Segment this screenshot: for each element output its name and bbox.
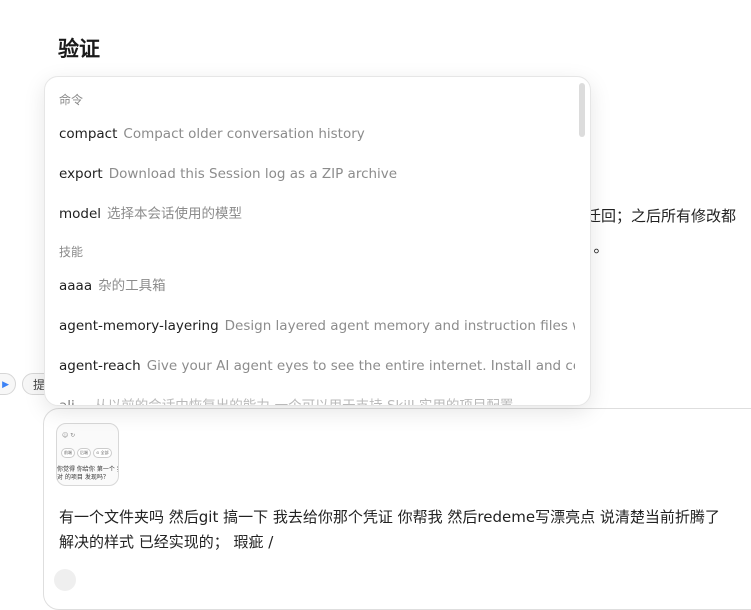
background-text-line: 迁回；之后所有修改都 bbox=[586, 207, 737, 225]
message-composer[interactable]: ☺ ↻ 前端 后端 ⊙ 全部 你觉得 你给你 第一个 我 对 的项目 发现吗？ … bbox=[43, 408, 751, 610]
skill-item-agent-reach[interactable]: agent-reach Give your AI agent eyes to se… bbox=[45, 347, 575, 383]
thumbnail-button: ⊙ 全部 bbox=[93, 448, 112, 458]
message-input[interactable]: 有一个文件夹吗 然后git 搞一下 我去给你那个凭证 你帮我 然后redeme写… bbox=[59, 505, 751, 555]
skill-description: 从以前的会话中恢复出的能力-一个可以用于支持 Skill 实用的项目配置 … bbox=[94, 398, 532, 406]
command-name: model bbox=[59, 206, 102, 222]
skill-name: agent-memory-layering bbox=[59, 318, 219, 334]
command-description: Download this Session log as a ZIP archi… bbox=[108, 166, 398, 182]
thumbnail-icons: ☺ ↻ bbox=[62, 432, 76, 439]
command-name: compact bbox=[59, 126, 118, 142]
skill-item-aaaa[interactable]: aaaa 杂的工具箱 bbox=[45, 267, 575, 303]
send-chip[interactable]: ▶ bbox=[0, 373, 16, 395]
command-popup: 命令 compact Compact older conversation his… bbox=[44, 76, 591, 406]
command-description: Compact older conversation history bbox=[123, 126, 365, 142]
skill-description: 杂的工具箱 bbox=[98, 278, 166, 294]
thumbnail-buttons: 前端 后端 ⊙ 全部 bbox=[61, 448, 112, 458]
page-title: 验证 bbox=[58, 37, 100, 61]
skill-name: ali… bbox=[59, 398, 89, 406]
command-item-compact[interactable]: compact Compact older conversation histor… bbox=[45, 115, 575, 151]
thumbnail-text-line: 对 的项目 发现吗？ bbox=[57, 474, 109, 481]
skill-item-agent-memory-layering[interactable]: agent-memory-layering Design layered agen… bbox=[45, 307, 575, 343]
thumbnail-button: 前端 bbox=[61, 448, 75, 458]
section-header-skills: 技能 bbox=[59, 245, 84, 259]
message-input-line: 有一个文件夹吗 然后git 搞一下 我去给你那个凭证 你帮我 然后redeme写… bbox=[59, 508, 720, 526]
section-header-commands: 命令 bbox=[59, 93, 84, 107]
popup-scrollbar[interactable] bbox=[579, 83, 585, 137]
command-name: export bbox=[59, 166, 103, 182]
attach-button[interactable] bbox=[54, 569, 76, 591]
skill-name: agent-reach bbox=[59, 358, 141, 374]
skill-description: Give your AI agent eyes to see the entir… bbox=[146, 358, 575, 374]
image-attachment-thumbnail[interactable]: ☺ ↻ 前端 后端 ⊙ 全部 你觉得 你给你 第一个 我 对 的项目 发现吗？ bbox=[56, 423, 119, 486]
skill-description: Design layered agent memory and instruct… bbox=[224, 318, 575, 334]
thumbnail-button: 后端 bbox=[77, 448, 91, 458]
command-description: 选择本会话使用的模型 bbox=[107, 206, 243, 222]
thumbnail-text: 你觉得 你给你 第一个 我 对 的项目 发现吗？ bbox=[57, 466, 119, 482]
skill-name: aaaa bbox=[59, 278, 93, 294]
command-item-model[interactable]: model 选择本会话使用的模型 bbox=[45, 195, 575, 231]
message-input-line: 解决的样式 已经实现的； 瑕疵 / bbox=[59, 533, 274, 551]
thumbnail-text-line: 你觉得 你给你 第一个 我 bbox=[57, 466, 119, 473]
command-item-export[interactable]: export Download this Session log as a ZIP… bbox=[45, 155, 575, 191]
skill-item-partial[interactable]: ali… 从以前的会话中恢复出的能力-一个可以用于支持 Skill 实用的项目配置… bbox=[45, 387, 575, 406]
